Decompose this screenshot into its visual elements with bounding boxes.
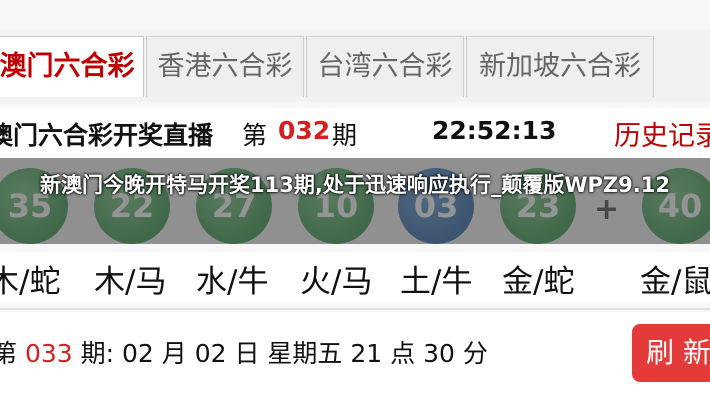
tab-taiwan[interactable]: 台湾六合彩 <box>306 36 464 97</box>
lottery-tabs: 澳门六合彩 香港六合彩 台湾六合彩 新加坡六合彩 <box>0 30 710 132</box>
zodiac-1: 木/蛇 <box>0 264 61 300</box>
next-draw-row: 第 033 期: 02 月 02 日 星期五 21 点 30 分 刷 新 <box>0 312 710 400</box>
section-divider <box>0 308 710 310</box>
next-issue-number: 033 <box>24 339 73 368</box>
zodiac-6: 金/蛇 <box>502 264 575 300</box>
live-header: 澳门六合彩开奖直播 第 032 期 22:52:13 历史记录 <box>0 108 710 158</box>
issue-number: 032 <box>278 116 331 145</box>
tab-singapore[interactable]: 新加坡六合彩 <box>466 36 654 97</box>
live-title: 澳门六合彩开奖直播 <box>0 121 214 150</box>
tab-hongkong[interactable]: 香港六合彩 <box>146 36 304 97</box>
refresh-button[interactable]: 刷 新 <box>632 324 710 382</box>
next-draw-info: 第 033 期: 02 月 02 日 星期五 21 点 30 分 <box>0 334 488 370</box>
zodiac-3: 水/牛 <box>196 264 269 300</box>
history-link[interactable]: 历史记录 <box>614 114 710 153</box>
tab-macau[interactable]: 澳门六合彩 <box>0 36 144 97</box>
issue-suffix: 期 <box>332 121 358 150</box>
live-clock: 22:52:13 <box>432 116 557 145</box>
overlay-headline: 新澳门今晚开特马开奖113期,处于迅速响应执行_颠覆版WPZ9.12 <box>40 173 670 197</box>
zodiac-row: 木/蛇 木/马 水/牛 火/马 土/牛 金/蛇 金/鼠 <box>0 252 710 302</box>
zodiac-5: 土/牛 <box>400 264 473 300</box>
zodiac-4: 火/马 <box>300 264 373 300</box>
next-draw-time: 期: 02 月 02 日 星期五 21 点 30 分 <box>80 339 488 368</box>
zodiac-7: 金/鼠 <box>640 264 710 300</box>
zodiac-2: 木/马 <box>94 264 167 300</box>
next-issue-prefix: 第 <box>0 339 18 368</box>
issue-prefix: 第 <box>242 121 268 150</box>
